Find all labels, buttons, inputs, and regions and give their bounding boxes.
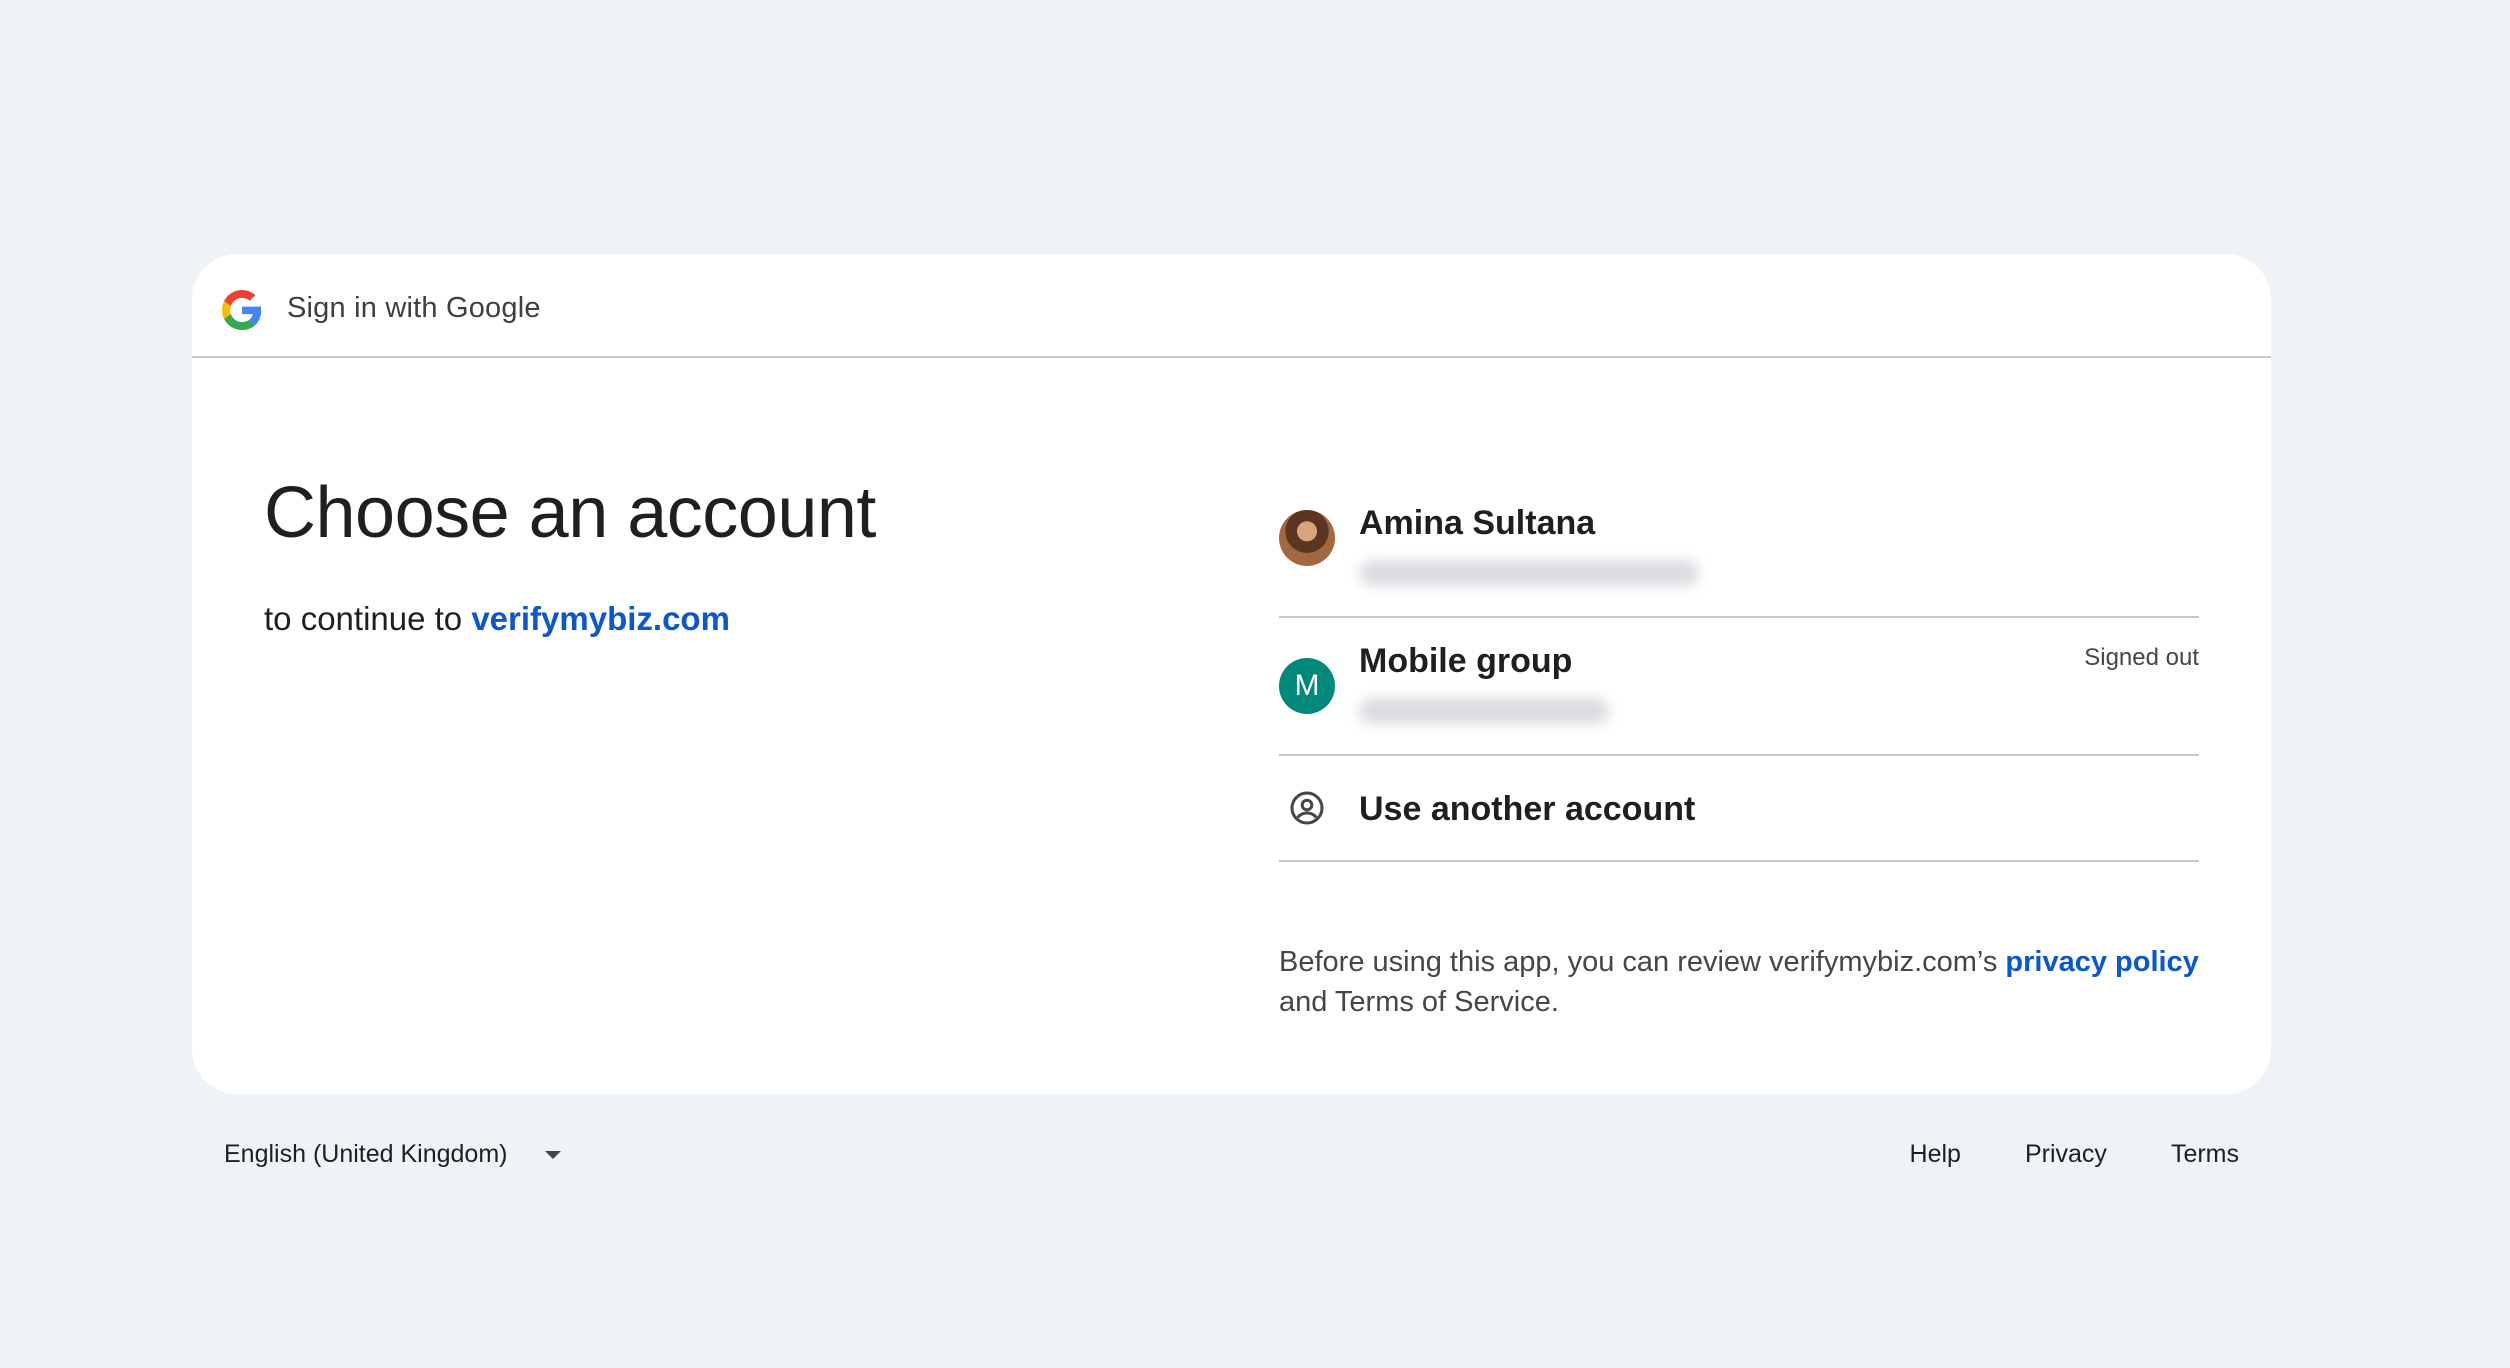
app-domain-link[interactable]: verifymybiz.com <box>471 600 730 637</box>
account-name: Amina Sultana <box>1359 504 1596 542</box>
language-selector[interactable]: English (United Kingdom) <box>224 1140 562 1169</box>
account-list: Amina Sultana M Mobile group Signed out … <box>1279 480 2199 1022</box>
account-email-redacted <box>1359 560 1699 586</box>
account-item-amina-sultana[interactable]: Amina Sultana <box>1279 480 2199 618</box>
footer-links: Help Privacy Terms <box>1910 1140 2239 1169</box>
avatar: M <box>1279 658 1335 714</box>
disclaimer-text-end: and Terms of Service. <box>1279 986 1559 1018</box>
terms-link[interactable]: Terms <box>2171 1140 2239 1169</box>
account-name: Mobile group <box>1359 642 1573 680</box>
use-another-account-label: Use another account <box>1359 790 1696 828</box>
sign-in-card: Sign in with Google Choose an account to… <box>192 254 2271 1094</box>
footer: English (United Kingdom) Help Privacy Te… <box>192 1140 2271 1190</box>
privacy-policy-link[interactable]: privacy policy <box>2005 946 2198 978</box>
signed-out-status: Signed out <box>2084 644 2199 671</box>
privacy-disclaimer: Before using this app, you can review ve… <box>1279 942 2199 1022</box>
avatar <box>1279 510 1335 566</box>
disclaimer-text: Before using this app, you can review ve… <box>1279 946 2006 978</box>
help-link[interactable]: Help <box>1910 1140 1961 1169</box>
google-g-icon <box>222 290 262 330</box>
account-item-mobile-group[interactable]: M Mobile group Signed out <box>1279 618 2199 756</box>
use-another-account-button[interactable]: Use another account <box>1279 756 2199 862</box>
language-label: English (United Kingdom) <box>224 1140 508 1168</box>
intro-section: Choose an account to continue to verifym… <box>264 470 1164 638</box>
card-header: Sign in with Google <box>192 254 2271 358</box>
page-title: Choose an account <box>264 473 876 553</box>
account-circle-icon <box>1290 791 1324 825</box>
caret-down-icon <box>545 1150 562 1159</box>
continue-subtitle: to continue to verifymybiz.com <box>264 600 1164 638</box>
subtitle-prefix: to continue to <box>264 600 472 638</box>
header-title: Sign in with Google <box>287 292 541 324</box>
account-email-redacted <box>1359 698 1609 724</box>
privacy-link[interactable]: Privacy <box>2025 1140 2107 1169</box>
